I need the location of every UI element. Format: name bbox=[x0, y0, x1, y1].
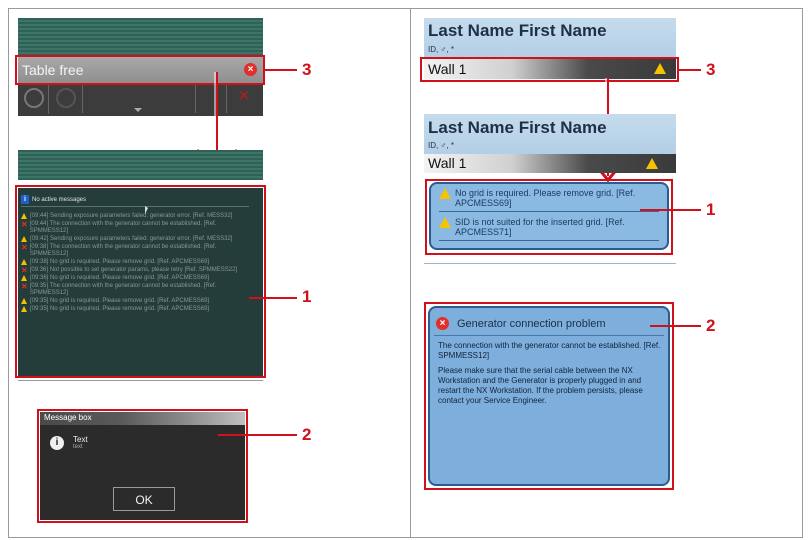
callout-number: 3 bbox=[302, 60, 312, 79]
callout-box-2-right bbox=[424, 302, 674, 490]
patient-id: ID, ♂, * bbox=[428, 141, 455, 150]
center-divider bbox=[410, 8, 411, 538]
callout-box-2-left bbox=[37, 409, 248, 523]
panel-underline bbox=[424, 263, 676, 264]
patient-header-bottom: Last Name First Name ID, ♂, * bbox=[424, 114, 676, 154]
chevron-down-icon bbox=[134, 108, 142, 112]
callout-number: 1 bbox=[302, 287, 312, 306]
left-top-header-strip bbox=[18, 18, 263, 56]
callout-number: 3 bbox=[706, 60, 716, 79]
wall-bar-bottom: Wall 1 bbox=[424, 154, 676, 173]
toolbar-separator bbox=[48, 85, 49, 114]
callout-line bbox=[249, 297, 297, 299]
panel-underline bbox=[18, 380, 263, 381]
patient-id: ID, ♂, * bbox=[428, 45, 455, 54]
avatar-icon bbox=[24, 88, 44, 108]
callout-number: 1 bbox=[706, 200, 716, 219]
callout-line bbox=[679, 69, 701, 71]
callout-line bbox=[640, 209, 701, 211]
callout-line bbox=[650, 325, 701, 327]
patient-header-top: Last Name First Name ID, ♂, * bbox=[424, 18, 676, 58]
callout-line bbox=[265, 69, 297, 71]
callout-box-3-right bbox=[420, 57, 679, 82]
callout-line bbox=[218, 434, 297, 436]
warning-icon bbox=[646, 158, 658, 169]
left-mid-header-strip bbox=[18, 150, 263, 180]
callout-number: 2 bbox=[302, 425, 312, 444]
callout-box-1-right bbox=[425, 179, 673, 255]
callout-box-1-left bbox=[15, 185, 266, 378]
wall-label: Wall 1 bbox=[428, 155, 467, 171]
callout-number: 2 bbox=[706, 316, 716, 335]
patient-name: Last Name First Name bbox=[428, 118, 607, 137]
avatar-icon bbox=[56, 88, 76, 108]
patient-name: Last Name First Name bbox=[428, 21, 607, 40]
